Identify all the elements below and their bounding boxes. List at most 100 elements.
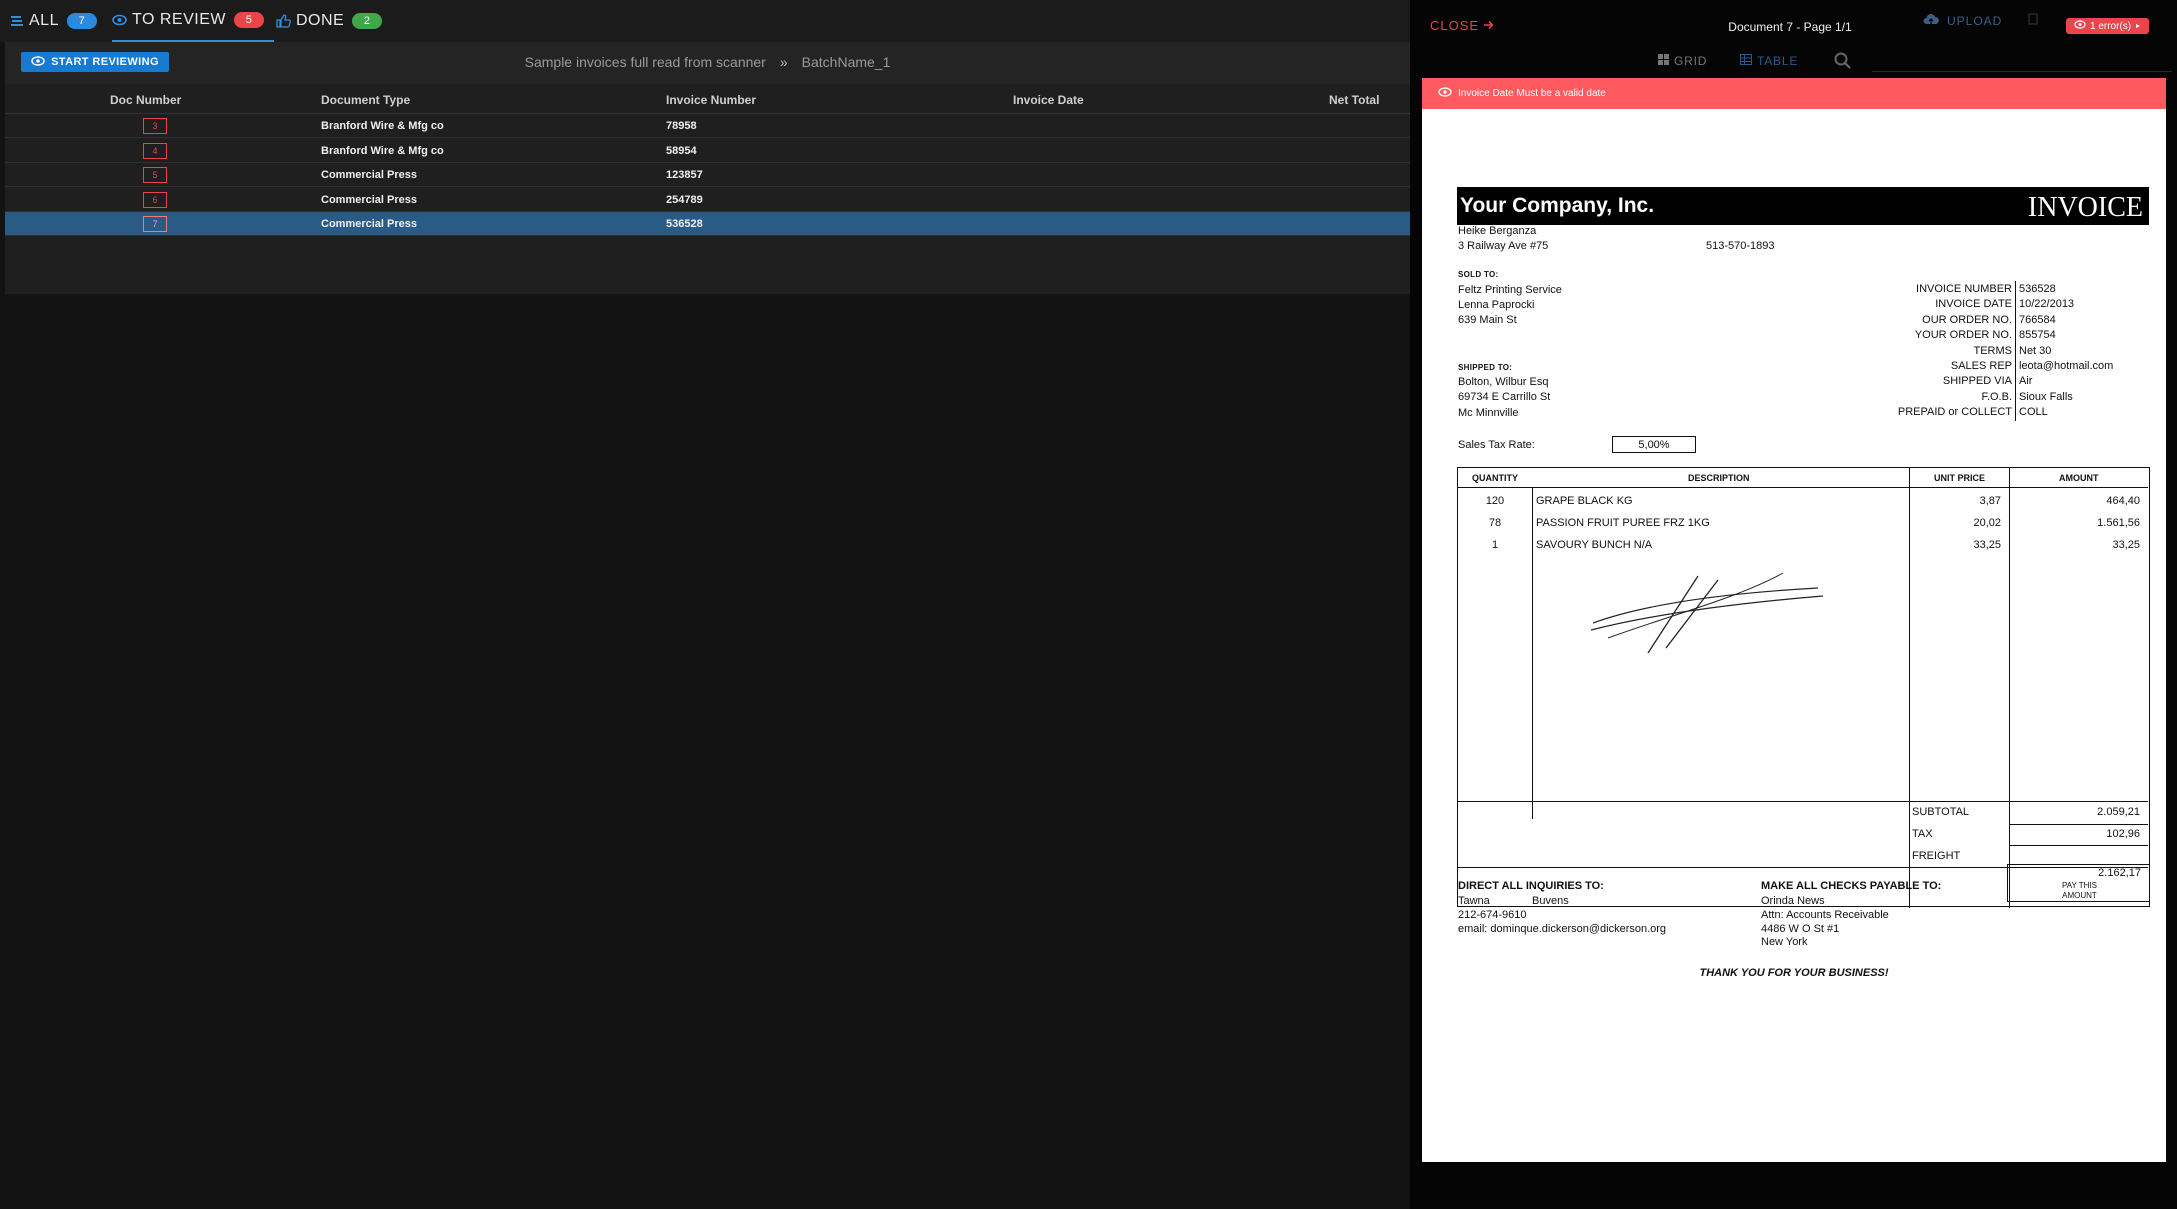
validation-error-banner: Invoice Date Must be a valid date	[1422, 78, 2166, 109]
table-header-rule	[1458, 487, 2148, 488]
upload-button[interactable]: UPLOAD	[1923, 13, 2038, 28]
tab-to-review-label: TO REVIEW	[132, 11, 226, 28]
column-document-type[interactable]: Document Type	[321, 93, 410, 107]
validation-error-message: Invoice Date Must be a valid date	[1458, 88, 1606, 99]
tax-rate-box: 5,00%	[1612, 436, 1696, 453]
shipped-to-line: 69734 E Carrillo St	[1458, 391, 1551, 403]
doc-number-badge: 4	[143, 142, 167, 159]
breadcrumb-batch-name[interactable]: BatchName_1	[802, 54, 891, 70]
tax-rate-label: Sales Tax Rate:	[1458, 439, 1535, 451]
invoice-field-value: COLL	[2019, 406, 2048, 419]
breadcrumb: Sample invoices full read from scanner » B…	[5, 54, 1410, 70]
table-row[interactable]: 4 Branford Wire & Mfg co 58954	[5, 138, 1410, 163]
doc-number-badge: 7	[143, 216, 167, 232]
documents-pane: ALL 7 TO REVIEW 5 DONE 2 START REVIEWING…	[0, 0, 1410, 1209]
error-count-badge[interactable]: 1 error(s)	[2066, 18, 2150, 34]
table-row[interactable]: 7 Commercial Press 536528	[5, 212, 1410, 236]
search-icon[interactable]	[1834, 52, 1852, 75]
tab-to-review[interactable]: TO REVIEW 5	[112, 0, 274, 42]
table-view-button[interactable]: TABLE	[1740, 54, 1798, 68]
table-row[interactable]: 3 Branford Wire & Mfg co 78958	[5, 114, 1410, 138]
error-count-label: 1 error(s)	[2090, 20, 2132, 32]
invoice-number-cell: 58954	[666, 144, 697, 157]
table-row[interactable]: 5 Commercial Press 123857	[5, 163, 1410, 187]
invoice-number-cell: 78958	[666, 120, 697, 132]
header-description: DESCRIPTION	[1688, 473, 1750, 483]
pay-this-label: PAY THIS	[2062, 881, 2097, 890]
item-amount: 464,40	[2106, 495, 2140, 507]
sold-to-line: 639 Main St	[1458, 314, 1517, 326]
column-rule	[1532, 487, 1533, 819]
item-description: GRAPE BLACK KG	[1536, 495, 1633, 507]
inquiries-email: email: dominque.dickerson@dickerson.org	[1458, 923, 1667, 935]
total-box: 2.162,17 PAY THIS AMOUNT	[2007, 864, 2150, 902]
document-viewer: CLOSE Document 7 - Page 1/1 UPLOAD 1 err…	[1410, 0, 2177, 1209]
doc-number-badge: 3	[143, 118, 167, 134]
invoice-field-label: INVOICE NUMBER	[1916, 283, 2012, 295]
invoice-field-label: PREPAID or COLLECT	[1897, 406, 2012, 419]
company-address: 3 Railway Ave #75	[1458, 240, 1549, 252]
tax-rate-value: 5,00%	[1638, 438, 1670, 451]
view-switcher: GRID TABLE	[1410, 52, 2177, 72]
grid-view-label: GRID	[1674, 54, 1708, 68]
status-tabs: ALL 7 TO REVIEW 5 DONE 2	[0, 0, 1410, 42]
cloud-upload-icon	[1923, 13, 1939, 28]
fields-divider	[2015, 281, 2016, 421]
total-value: 2.162,17	[2098, 867, 2141, 879]
invoice-number-cell: 536528	[666, 218, 703, 230]
tab-done[interactable]: DONE 2	[276, 0, 383, 42]
table-header: Doc Number Document Type Invoice Number …	[5, 84, 1410, 114]
toolbar: START REVIEWING Sample invoices full rea…	[5, 42, 1410, 84]
totals-rule	[1458, 801, 2148, 802]
item-quantity: 78	[1488, 517, 1502, 529]
table-row[interactable]: 6 Commercial Press 254789	[5, 187, 1410, 212]
shipped-to-line: Mc Minnville	[1458, 407, 1519, 419]
tab-all-label: ALL	[29, 12, 59, 29]
item-unit-price: 3,87	[1979, 495, 2001, 507]
doc-number-badge: 6	[143, 191, 167, 208]
tax-label: TAX	[1912, 828, 1933, 840]
table-view-label: TABLE	[1757, 54, 1799, 68]
document-type-cell: Branford Wire & Mfg co	[321, 144, 444, 157]
invoice-field-value: leota@hotmail.com	[2019, 360, 2114, 372]
eye-icon	[1438, 87, 1452, 100]
tab-all-count: 7	[66, 13, 97, 29]
table-icon	[1740, 54, 1752, 68]
inquiries-last-name: Buvens	[1532, 895, 1569, 907]
item-amount: 33,25	[2112, 539, 2140, 551]
subtotal-value: 2.059,21	[2097, 806, 2140, 818]
tab-done-count: 2	[352, 13, 383, 29]
column-rule	[1909, 468, 1910, 908]
upload-label: UPLOAD	[1947, 13, 2003, 28]
shipped-to-line: Bolton, Wilbur Esq	[1458, 376, 1549, 388]
documents-table: Doc Number Document Type Invoice Number …	[5, 84, 1410, 294]
inquiries-label: DIRECT ALL INQUIRIES TO:	[1458, 880, 1604, 892]
invoice-field-value: Sioux Falls	[2019, 390, 2073, 403]
tab-to-review-count: 5	[234, 12, 264, 28]
amount-label: AMOUNT	[2062, 891, 2097, 900]
line-items-table: QUANTITY DESCRIPTION UNIT PRICE AMOUNT 1…	[1457, 467, 2150, 908]
invoice-field-value: Net 30	[2019, 344, 2052, 357]
grid-view-button[interactable]: GRID	[1658, 54, 1707, 68]
eye-icon	[112, 14, 127, 26]
inquiries-first-name: Tawna	[1458, 895, 1490, 907]
column-invoice-number[interactable]: Invoice Number	[666, 93, 756, 107]
column-doc-number[interactable]: Doc Number	[110, 93, 181, 107]
contact-name: Heike Berganza	[1458, 225, 1537, 237]
column-invoice-date[interactable]: Invoice Date	[1013, 93, 1084, 107]
breadcrumb-separator: »	[779, 54, 788, 70]
search-field-underline	[1872, 71, 2172, 72]
column-net-total[interactable]: Net Total	[1329, 93, 1379, 107]
tab-all[interactable]: ALL 7	[10, 0, 97, 42]
invoice-header: Your Company, Inc. INVOICE	[1457, 187, 2149, 225]
checks-payable-line: Attn: Accounts Receivable	[1761, 909, 1889, 921]
header-unit-price: UNIT PRICE	[1934, 473, 1986, 483]
document-type-cell: Branford Wire & Mfg co	[321, 120, 444, 132]
signature-scribble-icon	[1588, 568, 1828, 663]
company-name: Your Company, Inc.	[1460, 194, 1655, 217]
subtotal-label: SUBTOTAL	[1912, 806, 1970, 818]
item-quantity: 120	[1485, 495, 1505, 507]
breadcrumb-batch[interactable]: Sample invoices full read from scanner	[525, 54, 766, 70]
doc-number-badge: 5	[143, 167, 167, 183]
document-type-cell: Commercial Press	[321, 218, 417, 230]
